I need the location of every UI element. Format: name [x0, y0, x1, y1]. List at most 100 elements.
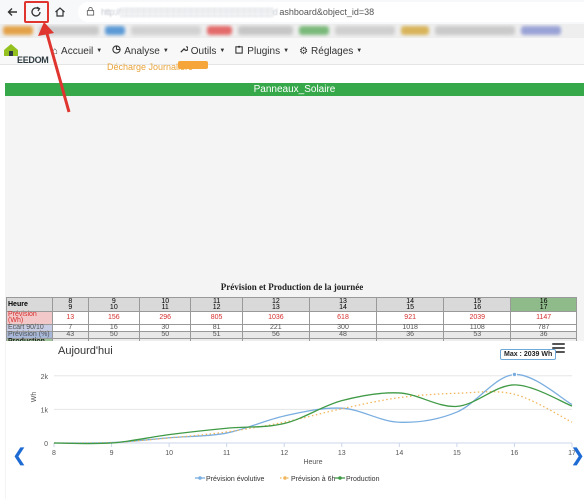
table-cell: 10 11 [139, 297, 192, 312]
menu-reglages[interactable]: ⚙ Réglages ▼ [299, 45, 362, 57]
table-row: Ecart 90/10 7 16 30 81 221 300 1018 1108 787 [6, 324, 577, 332]
legend-marker [338, 476, 342, 480]
browser-toolbar: http://▒▒▒▒▒▒▒▒▒▒▒▒▒▒▒▒▒▒▒▒▒▒▒▒▒▒d ashbo… [0, 0, 584, 24]
legend-label: Prévision à 6h [291, 476, 335, 483]
table-row: Heure 8 9 9 10 10 11 11 12 12 13 13 14 14 15 15 16 16 17 [6, 297, 577, 312]
table-cell: 36 [376, 331, 445, 339]
caret-down-icon: ▼ [219, 48, 226, 54]
reload-highlight-box [24, 1, 49, 23]
table-cell: 16 17 [510, 297, 577, 312]
chart-tooltip: Max : 2039 Wh [500, 349, 557, 360]
table-cell: 805 [190, 311, 243, 325]
puzzle-icon [235, 45, 244, 57]
table-cell: 50 [87, 331, 141, 339]
menu-plugins[interactable]: Plugins ▼ [235, 45, 289, 57]
table-cell: 2039 [443, 311, 512, 325]
x-tick-label: 12 [280, 450, 288, 457]
table-cell: 1147 [510, 311, 577, 325]
caret-down-icon: ▼ [356, 48, 363, 54]
caret-down-icon: ▼ [162, 48, 169, 54]
series-line-1 [53, 391, 573, 444]
address-bar[interactable]: http://▒▒▒▒▒▒▒▒▒▒▒▒▒▒▒▒▒▒▒▒▒▒▒▒▒▒d ashbo… [78, 2, 584, 22]
menu-label: Réglages [311, 45, 354, 57]
menu-accueil[interactable]: ⌂ Accueil ▼ [52, 45, 102, 57]
forecast-table-title: Prévision et Production de la journée [220, 282, 364, 292]
home-icon[interactable] [50, 2, 70, 22]
chart-prev-icon[interactable]: ❮ [12, 445, 27, 466]
max-marker [511, 371, 518, 378]
screenshot-root: { "browser": { "url_visible": "ashboard&… [0, 0, 584, 499]
chart-icon [112, 45, 121, 57]
x-tick-label: 9 [110, 450, 114, 457]
series-line-2 [53, 384, 573, 445]
logo-text: EEDOM [17, 55, 49, 65]
table-cell: 50 [139, 331, 192, 339]
series-line-0 [53, 373, 573, 444]
legend-marker [283, 476, 287, 480]
menu-outils[interactable]: Outils ▼ [179, 45, 226, 57]
home-icon: ⌂ [52, 45, 59, 57]
table-cell: 12 13 [241, 297, 310, 312]
table-cell: 89 [52, 297, 89, 312]
table-cell: 9 10 [87, 297, 141, 312]
menu-label: Analyse [124, 45, 160, 57]
x-tick-label: 11 [223, 450, 230, 457]
x-tick-label: 16 [511, 450, 519, 457]
table-cell: 36 [510, 331, 577, 339]
back-arrow-icon[interactable] [3, 2, 23, 22]
row-label: Prévision (Wh) [6, 311, 53, 325]
url-text: ashboard&object_id=38 [279, 7, 375, 17]
table-cell: 13 14 [308, 297, 378, 312]
table-row: Prévision (%) 43 50 50 51 56 48 36 53 36 [6, 331, 577, 339]
legend-label: Prévision évolutive [206, 476, 264, 483]
table-cell: 43 [52, 331, 89, 339]
x-tick-label: 8 [52, 450, 56, 457]
table-cell: 51 [190, 331, 243, 339]
y-tick-label: 2k [41, 374, 49, 381]
x-tick-label: 13 [338, 450, 346, 457]
gears-icon: ⚙ [299, 45, 309, 57]
table-cell: 13 [52, 311, 89, 325]
table-cell: 48 [308, 331, 378, 339]
chart-next-icon[interactable]: ❯ [570, 445, 584, 466]
table-cell: 296 [139, 311, 192, 325]
table-row: Prévision (Wh) 13 156 296 805 1036 618 921 2039 1… [6, 311, 577, 325]
table-cell: 11 12 [190, 297, 243, 312]
table-cell: 618 [308, 311, 378, 325]
y-axis-label: Wh [31, 392, 38, 403]
chart-panel: Aujourd'hui 0 1k 2k 8 9 10 11 12 13 14 15 16 17 Heure… [6, 341, 584, 499]
menu-analyse[interactable]: Analyse ▼ [112, 45, 169, 57]
x-axis-label: Heure [303, 459, 322, 466]
legend-label: Production [346, 476, 380, 483]
menu-label: Outils [190, 45, 217, 57]
bookmarks-bar-blurred [0, 24, 584, 38]
menu-label: Accueil [61, 45, 94, 57]
row-label: Heure [6, 297, 53, 312]
panel-title: Panneaux_Solaire [5, 83, 584, 96]
y-tick-label: 1k [41, 407, 49, 414]
table-cell: 15 16 [443, 297, 512, 312]
table-cell: 1036 [241, 311, 310, 325]
jeedom-logo[interactable]: EEDOM [3, 43, 49, 65]
x-tick-label: 15 [453, 450, 461, 457]
widget-subrow: Décharge Journalière [0, 61, 584, 81]
x-tick-label: 10 [165, 450, 173, 457]
jeedom-navbar: EEDOM ⌂ Accueil ▼ Analyse ▼ Outils ▼ Plu… [0, 38, 584, 65]
table-cell: 921 [376, 311, 445, 325]
caret-down-icon: ▼ [283, 48, 290, 54]
table-cell: 53 [443, 331, 512, 339]
y-tick-label: 0 [44, 441, 48, 448]
decharge-button[interactable] [178, 61, 208, 69]
x-tick-label: 14 [395, 450, 403, 457]
legend-marker [198, 476, 202, 480]
wrench-icon [179, 45, 189, 57]
url-redacted: http://▒▒▒▒▒▒▒▒▒▒▒▒▒▒▒▒▒▒▒▒▒▒▒▒▒▒d [101, 7, 278, 17]
main-menu: ⌂ Accueil ▼ Analyse ▼ Outils ▼ Plugins ▼… [52, 45, 362, 57]
table-cell: 56 [241, 331, 310, 339]
caret-down-icon: ▼ [96, 48, 103, 54]
table-cell: 14 15 [376, 297, 445, 312]
menu-label: Plugins [247, 45, 281, 57]
chart-svg: 01k2k8 9 10 11 12 13 14 15 16 17HeureWhPrévision … [31, 371, 576, 483]
table-cell: 156 [87, 311, 141, 325]
info-icon[interactable] [86, 6, 95, 18]
